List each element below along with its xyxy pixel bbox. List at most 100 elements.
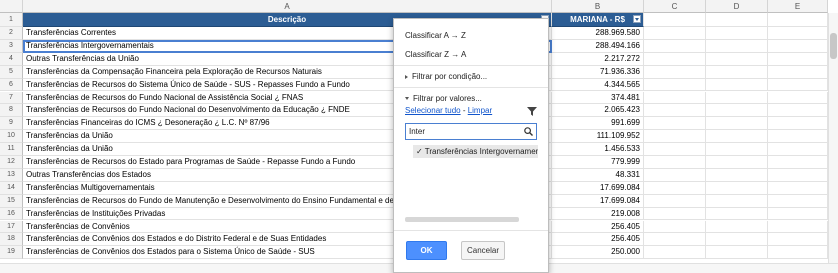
empty-cell[interactable] [768, 181, 828, 195]
empty-cell[interactable] [706, 181, 768, 195]
row-header[interactable]: 17 [0, 220, 23, 234]
mariana-value-cell[interactable]: 256.405 [552, 233, 644, 247]
empty-cell[interactable] [706, 207, 768, 221]
column-header-b[interactable]: B [552, 0, 644, 13]
empty-cell[interactable] [768, 168, 828, 182]
sort-a-z-item[interactable]: Classificar A → Z [405, 31, 466, 40]
mariana-value-cell[interactable]: 288.494.166 [552, 39, 644, 53]
mariana-value-cell[interactable]: 48.331 [552, 168, 644, 182]
row-header[interactable]: 8 [0, 104, 23, 118]
empty-cell[interactable] [768, 220, 828, 234]
empty-cell[interactable] [644, 91, 706, 105]
empty-cell[interactable] [768, 246, 828, 260]
empty-cell[interactable] [768, 194, 828, 208]
row-header[interactable]: 2 [0, 27, 23, 40]
empty-cell[interactable] [768, 156, 828, 169]
empty-cell[interactable] [706, 13, 768, 27]
empty-cell[interactable] [644, 233, 706, 247]
empty-cell[interactable] [644, 65, 706, 79]
empty-cell[interactable] [768, 65, 828, 79]
empty-cell[interactable] [768, 130, 828, 144]
empty-cell[interactable] [644, 168, 706, 182]
empty-cell[interactable] [644, 194, 706, 208]
row-header[interactable]: 19 [0, 246, 23, 260]
mariana-value-cell[interactable]: 374.481 [552, 91, 644, 105]
mariana-value-cell[interactable]: 288.969.580 [552, 27, 644, 40]
row-header[interactable]: 5 [0, 65, 23, 79]
column-header-e[interactable]: E [768, 0, 828, 13]
row-header[interactable]: 10 [0, 130, 23, 144]
empty-cell[interactable] [706, 52, 768, 66]
empty-cell[interactable] [644, 117, 706, 131]
empty-cell[interactable] [706, 117, 768, 131]
column-header-a[interactable]: A [23, 0, 552, 13]
row-header[interactable]: 12 [0, 156, 23, 169]
empty-cell[interactable] [706, 78, 768, 92]
empty-cell[interactable] [706, 246, 768, 260]
empty-cell[interactable] [644, 220, 706, 234]
empty-cell[interactable] [644, 143, 706, 156]
mariana-value-cell[interactable]: 991.699 [552, 117, 644, 131]
empty-cell[interactable] [768, 78, 828, 92]
empty-cell[interactable] [706, 104, 768, 118]
row-header[interactable]: 4 [0, 52, 23, 66]
mariana-value-cell[interactable]: 219.008 [552, 207, 644, 221]
empty-cell[interactable] [706, 91, 768, 105]
empty-cell[interactable] [644, 156, 706, 169]
select-all-corner[interactable] [0, 0, 23, 13]
empty-cell[interactable] [706, 27, 768, 40]
empty-cell[interactable] [706, 143, 768, 156]
empty-cell[interactable] [706, 156, 768, 169]
empty-cell[interactable] [644, 78, 706, 92]
mariana-value-cell[interactable]: 779.999 [552, 156, 644, 169]
empty-cell[interactable] [768, 207, 828, 221]
empty-cell[interactable] [768, 13, 828, 27]
empty-cell[interactable] [644, 104, 706, 118]
empty-cell[interactable] [644, 246, 706, 260]
row-header[interactable]: 15 [0, 194, 23, 208]
empty-cell[interactable] [644, 39, 706, 53]
filter-by-values-item[interactable]: Filtrar por valores... [405, 94, 482, 103]
mariana-value-cell[interactable]: 2.217.272 [552, 52, 644, 66]
value-list-scrollbar[interactable] [405, 217, 519, 222]
empty-cell[interactable] [706, 233, 768, 247]
mariana-value-cell[interactable]: 17.699.084 [552, 181, 644, 195]
empty-cell[interactable] [768, 39, 828, 53]
header-cell-mariana[interactable]: MARIANA - R$ [552, 13, 644, 27]
select-all-link[interactable]: Selecionar tudo [405, 106, 461, 115]
empty-cell[interactable] [768, 52, 828, 66]
empty-cell[interactable] [768, 91, 828, 105]
mariana-value-cell[interactable]: 1.456.533 [552, 143, 644, 156]
mariana-value-cell[interactable]: 250.000 [552, 246, 644, 260]
empty-cell[interactable] [644, 27, 706, 40]
row-header[interactable]: 18 [0, 233, 23, 247]
row-header[interactable]: 14 [0, 181, 23, 195]
filter-value-checkbox-item[interactable]: ✓ Transferências Intergovernamentais [413, 145, 538, 158]
row-header[interactable]: 16 [0, 207, 23, 221]
empty-cell[interactable] [644, 130, 706, 144]
empty-cell[interactable] [706, 220, 768, 234]
empty-cell[interactable] [768, 233, 828, 247]
empty-cell[interactable] [768, 104, 828, 118]
column-header-d[interactable]: D [706, 0, 768, 13]
row-header[interactable]: 1 [0, 13, 23, 27]
row-header[interactable]: 7 [0, 91, 23, 105]
empty-cell[interactable] [768, 117, 828, 131]
row-header[interactable]: 13 [0, 168, 23, 182]
empty-cell[interactable] [706, 168, 768, 182]
empty-cell[interactable] [644, 207, 706, 221]
mariana-value-cell[interactable]: 2.065.423 [552, 104, 644, 118]
row-header[interactable]: 11 [0, 143, 23, 156]
empty-cell[interactable] [706, 39, 768, 53]
empty-cell[interactable] [644, 13, 706, 27]
sort-z-a-item[interactable]: Classificar Z → A [405, 50, 466, 59]
mariana-value-cell[interactable]: 17.699.084 [552, 194, 644, 208]
empty-cell[interactable] [768, 27, 828, 40]
mariana-value-cell[interactable]: 111.109.952 [552, 130, 644, 144]
empty-cell[interactable] [706, 130, 768, 144]
cancel-button[interactable]: Cancelar [461, 241, 505, 260]
filter-funnel-icon[interactable] [527, 107, 537, 116]
row-header[interactable]: 6 [0, 78, 23, 92]
mariana-value-cell[interactable]: 71.936.336 [552, 65, 644, 79]
clear-link[interactable]: Limpar [468, 106, 492, 115]
